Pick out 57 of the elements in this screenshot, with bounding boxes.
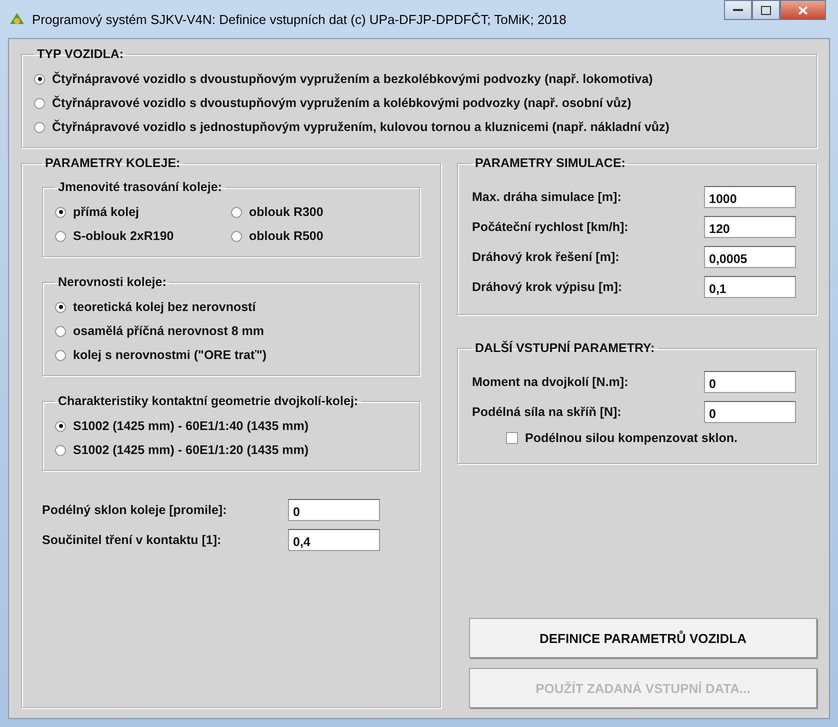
field-label: Podélná síla na skříň [N]:	[472, 405, 622, 419]
radio-option[interactable]: Čtyřnápravové vozidlo s jednostupňovým vypružením, kulovou tornou a kluznicemi (např. nákladní vůz)	[34, 115, 804, 139]
field-label: Max. dráha simulace [m]:	[472, 190, 622, 204]
radio-indicator[interactable]	[231, 230, 242, 242]
group-title: TYP VOZIDLA:	[36, 47, 125, 61]
minimize-icon	[733, 8, 743, 12]
radio-option[interactable]: kolej s nerovnostmi ("ORE trať")	[55, 343, 407, 367]
field-label: Součinitel tření v kontaktu [1]:	[42, 533, 222, 547]
text-field[interactable]: 0	[704, 371, 796, 393]
maximize-button[interactable]	[752, 0, 780, 20]
radio-option[interactable]: Čtyřnápravové vozidlo s dvoustupňovým vypružením a bezkolébkovými podvozky (např. lokomotiva)	[34, 67, 804, 91]
field-label: Počáteční rychlost [km/h]:	[472, 220, 628, 234]
field-label: Dráhový krok řešení [m]:	[472, 250, 620, 264]
radio-option[interactable]: teoretická kolej bez nerovností	[55, 295, 407, 319]
text-field[interactable]: 0	[288, 499, 380, 521]
text-field[interactable]: 1000	[704, 186, 796, 208]
close-icon	[798, 6, 808, 14]
text-field[interactable]: 0,4	[288, 529, 380, 551]
radio-indicator[interactable]	[55, 326, 66, 336]
field-label: Moment na dvojkolí [N.m]:	[472, 375, 628, 389]
radio-option[interactable]: oblouk R500	[231, 224, 407, 248]
radio-option[interactable]: osamělá příčná nerovnost 8 mm	[55, 319, 407, 343]
group-title: Jmenovité trasování koleje:	[57, 180, 223, 194]
radio-option[interactable]: S1002 (1425 mm) - 60E1/1:40 (1435 mm)	[55, 414, 407, 438]
radio-indicator[interactable]	[55, 230, 66, 242]
radio-indicator[interactable]	[34, 122, 45, 132]
checkbox[interactable]	[506, 432, 518, 444]
text-field[interactable]: 0,1	[704, 276, 796, 298]
text-field[interactable]: 0	[704, 401, 796, 423]
radio-option[interactable]: S-oblouk 2xR190	[55, 224, 231, 248]
field-label: Dráhový krok výpisu [m]:	[472, 280, 622, 294]
action-button[interactable]: DEFINICE PARAMETRŮ VOZIDLA	[469, 618, 817, 658]
checkbox-option[interactable]: Podélnou silou kompenzovat sklon.	[472, 427, 802, 451]
radio-indicator[interactable]	[55, 350, 66, 360]
maximize-icon	[761, 6, 771, 14]
close-button[interactable]	[780, 0, 826, 20]
text-field[interactable]: 120	[704, 216, 796, 238]
radio-option[interactable]: oblouk R300	[231, 200, 407, 224]
group-title: PARAMETRY SIMULACE:	[474, 156, 626, 170]
group-title: Charakteristiky kontaktní geometrie dvojkolí-kolej:	[57, 394, 360, 408]
field-label: Podélný sklon koleje [promile]:	[42, 503, 227, 517]
radio-indicator[interactable]	[55, 420, 66, 432]
radio-indicator[interactable]	[34, 98, 45, 108]
radio-option[interactable]: Čtyřnápravové vozidlo s dvoustupňovým vypružením a kolébkovými podvozky (např. osobní vůz)	[34, 91, 804, 115]
window-title: Programový systém SJKV-V4N: Definice vstupních dat (c) UPa-DFJP-DPDFČT; ToMiK; 2018	[32, 12, 568, 26]
group-title: Nerovnosti koleje:	[57, 275, 168, 289]
group-title: DALŠÍ VSTUPNÍ PARAMETRY:	[474, 341, 656, 355]
group-title: PARAMETRY KOLEJE:	[44, 156, 182, 170]
text-field[interactable]: 0,0005	[704, 246, 796, 268]
radio-indicator[interactable]	[55, 444, 66, 456]
radio-indicator[interactable]	[55, 206, 66, 218]
radio-option[interactable]: S1002 (1425 mm) - 60E1/1:20 (1435 mm)	[55, 438, 407, 462]
radio-indicator[interactable]	[231, 206, 242, 218]
minimize-button[interactable]	[724, 0, 752, 20]
radio-option[interactable]: přímá kolej	[55, 200, 231, 224]
radio-indicator[interactable]	[34, 74, 45, 84]
radio-indicator[interactable]	[55, 302, 66, 312]
